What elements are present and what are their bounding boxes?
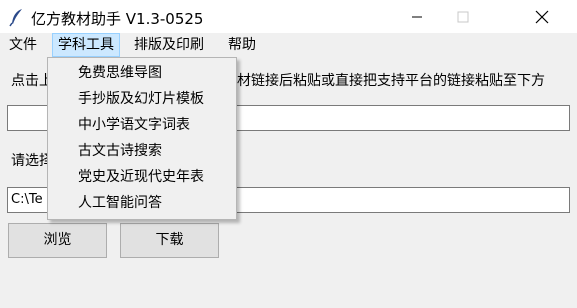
subject-tools-dropdown: 免费思维导图 手抄版及幻灯片模板 中小学语文字词表 古文古诗搜索 党史及近现代史… bbox=[47, 57, 237, 220]
maximize-button[interactable] bbox=[440, 0, 486, 33]
close-icon bbox=[535, 10, 549, 23]
menu-layout-print[interactable]: 排版及印刷 bbox=[129, 33, 209, 57]
feather-icon bbox=[9, 9, 22, 27]
menu-item-mind-map[interactable]: 免费思维导图 bbox=[78, 60, 162, 86]
instruction-text-end: 材链接后粘贴或直接把支持平台的链接粘贴至下方 bbox=[237, 73, 545, 89]
download-button[interactable]: 下载 bbox=[120, 223, 219, 258]
menu-item-poetry-search[interactable]: 古文古诗搜索 bbox=[78, 138, 162, 164]
browse-button[interactable]: 浏览 bbox=[8, 223, 107, 258]
menu-file[interactable]: 文件 bbox=[4, 33, 42, 57]
menu-help[interactable]: 帮助 bbox=[223, 33, 261, 57]
menu-bar: 文件 学科工具 排版及印刷 帮助 bbox=[0, 33, 577, 57]
minimize-icon bbox=[412, 16, 422, 17]
menu-item-history-timeline[interactable]: 党史及近现代史年表 bbox=[78, 164, 204, 190]
menu-item-word-list[interactable]: 中小学语文字词表 bbox=[78, 112, 190, 138]
title-bar: 亿方教材助手 V1.3-0525 bbox=[0, 0, 577, 33]
minimize-button[interactable] bbox=[394, 0, 440, 33]
close-button[interactable] bbox=[507, 0, 577, 33]
window-title: 亿方教材助手 V1.3-0525 bbox=[31, 10, 204, 28]
menu-subject-tools[interactable]: 学科工具 bbox=[52, 33, 120, 57]
maximize-icon bbox=[457, 11, 469, 22]
menu-item-ai-qa[interactable]: 人工智能问答 bbox=[78, 190, 162, 216]
menu-item-templates[interactable]: 手抄版及幻灯片模板 bbox=[78, 86, 204, 112]
